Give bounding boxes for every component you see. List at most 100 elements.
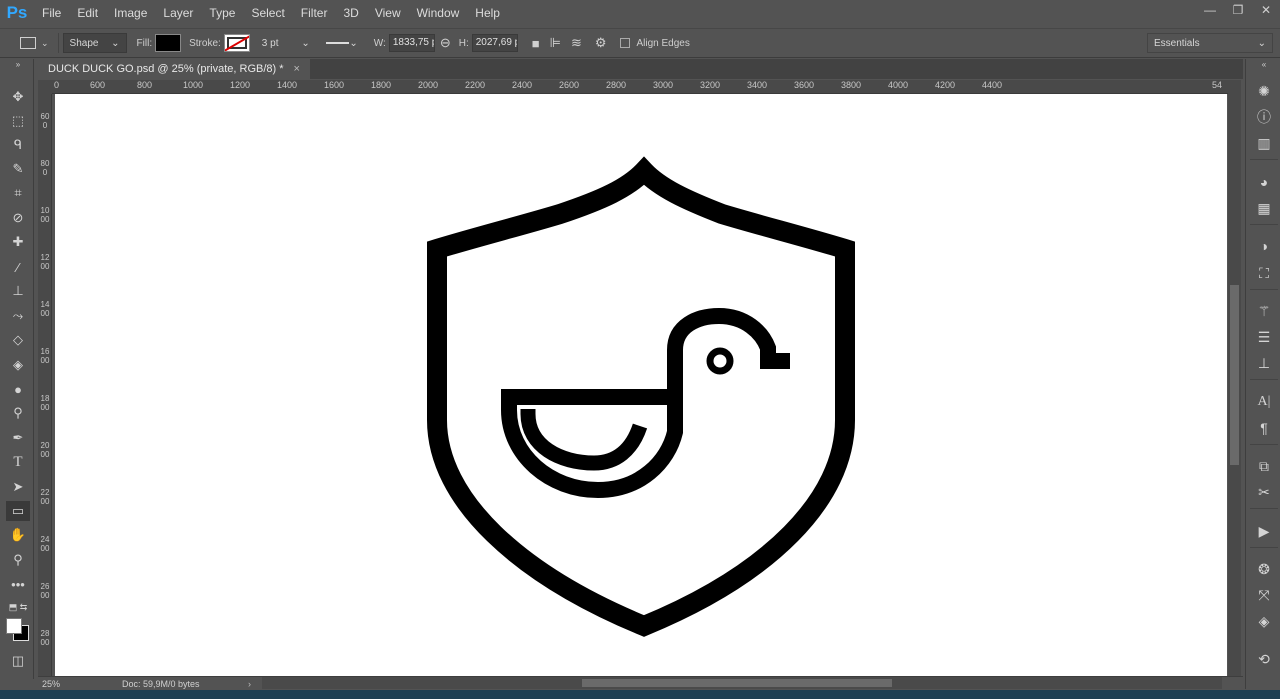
document-canvas[interactable] — [55, 94, 1227, 676]
zoom-tool-icon[interactable]: ⚲ — [6, 550, 30, 570]
color-icon[interactable]: ◕ — [1252, 172, 1276, 192]
align-edges-checkbox[interactable] — [619, 38, 630, 48]
menu-3d[interactable]: 3D — [335, 0, 366, 26]
ruler-tick: 4000 — [888, 80, 909, 90]
path-alignment-icon[interactable]: ⊫ — [550, 35, 561, 51]
quick-selection-tool-icon[interactable]: ✎ — [6, 159, 30, 179]
brush-settings-icon[interactable]: ☰ — [1252, 327, 1276, 347]
height-field[interactable]: 2027,69 p — [471, 34, 518, 52]
dodge-tool-icon[interactable]: ⚲ — [6, 403, 30, 423]
adjustments-icon[interactable]: ◑ — [1252, 236, 1276, 256]
brush-tool-icon[interactable]: ∕ — [6, 257, 30, 277]
paths-icon[interactable]: ⤧ — [1252, 585, 1276, 605]
ruler-origin[interactable] — [38, 80, 52, 94]
link-icon[interactable]: ⊖ — [440, 35, 451, 51]
tool-mode-dropdown[interactable]: Shape ⌄ — [62, 33, 127, 53]
document-size-info[interactable]: Doc: 59,9M/0 bytes — [122, 679, 200, 689]
clone-stamp-tool-icon[interactable]: ⊥ — [6, 281, 30, 301]
menu-image[interactable]: Image — [106, 0, 155, 26]
horizontal-scrollbar[interactable] — [262, 677, 1222, 689]
status-menu-arrow-icon[interactable]: › — [248, 679, 251, 689]
workspace-value: Essentials — [1154, 37, 1200, 49]
workspace-dropdown[interactable]: Essentials ⌄ — [1147, 33, 1273, 53]
menu-type[interactable]: Type — [201, 0, 243, 26]
ruler-tick: 600 — [40, 112, 50, 130]
ruler-tick: 4200 — [935, 80, 956, 90]
glyphs-icon[interactable]: ⧉ — [1252, 456, 1276, 476]
ruler-tick: 1600 — [324, 80, 345, 90]
menu-edit[interactable]: Edit — [69, 0, 106, 26]
menu-file[interactable]: File — [34, 0, 69, 26]
collapse-panel-icon[interactable]: « — [1252, 59, 1276, 69]
collapse-panel-icon[interactable]: » — [6, 59, 30, 69]
eraser-tool-icon[interactable]: ◇ — [6, 330, 30, 350]
path-operations-icon[interactable]: ■ — [532, 36, 540, 51]
vertical-scroll-thumb[interactable] — [1230, 285, 1239, 465]
fill-swatch[interactable] — [155, 34, 182, 52]
minimize-button[interactable]: — — [1196, 0, 1224, 20]
zoom-level[interactable]: 25% — [42, 679, 122, 689]
close-button[interactable]: ✕ — [1252, 0, 1280, 20]
hand-tool-icon[interactable]: ✋ — [6, 525, 30, 545]
quick-mask-icon[interactable]: ◫ — [6, 651, 30, 671]
crop-tool-icon[interactable]: ⌗ — [6, 183, 30, 203]
restore-button[interactable]: ❐ — [1224, 0, 1252, 20]
menu-help[interactable]: Help — [467, 0, 508, 26]
stroke-width-dropdown[interactable]: 3 pt ⌄ — [255, 33, 316, 53]
menu-window[interactable]: Window — [409, 0, 468, 26]
chevron-down-icon: ⌄ — [111, 37, 120, 49]
eyedropper-tool-icon[interactable]: ⊘ — [6, 208, 30, 228]
swatches-icon[interactable]: ▦ — [1252, 198, 1276, 218]
channels-icon[interactable]: ❂ — [1252, 559, 1276, 579]
tool-preset-picker[interactable]: ⌄ — [20, 37, 54, 49]
stroke-type-dropdown[interactable]: ⌄ — [319, 33, 364, 53]
default-colors-icon[interactable]: ⬒ ⇆ — [6, 597, 30, 617]
chevron-down-icon: ⌄ — [1257, 37, 1266, 49]
vertical-ruler[interactable]: 600 800 1000 1200 1400 1600 1800 2000 22… — [38, 94, 52, 676]
close-tab-icon[interactable]: × — [294, 63, 300, 75]
document-tab-bar: DUCK DUCK GO.psd @ 25% (private, RGB/8) … — [38, 59, 1243, 79]
move-tool-icon[interactable]: ✥ — [6, 87, 30, 107]
lasso-tool-icon[interactable]: ᑫ — [6, 135, 30, 155]
brushes-icon[interactable]: ⚚ — [1252, 301, 1276, 321]
clone-source-icon[interactable]: ⊥ — [1252, 353, 1276, 373]
marquee-tool-icon[interactable]: ⬚ — [6, 111, 30, 131]
stroke-line-icon — [325, 42, 350, 44]
width-field[interactable]: 1833,75 p — [388, 34, 435, 52]
menu-layer[interactable]: Layer — [155, 0, 201, 26]
healing-brush-tool-icon[interactable]: ✚ — [6, 232, 30, 252]
menu-view[interactable]: View — [367, 0, 409, 26]
info-icon[interactable]: ⓘ — [1252, 107, 1276, 127]
foreground-color-swatch[interactable] — [6, 618, 22, 634]
path-selection-tool-icon[interactable]: ➤ — [6, 477, 30, 497]
more-tools-icon[interactable]: ••• — [6, 574, 30, 594]
character-icon[interactable]: A| — [1252, 392, 1276, 412]
ruler-tick: 3000 — [653, 80, 674, 90]
path-arrangement-icon[interactable]: ≋ — [571, 35, 582, 51]
gear-icon[interactable]: ⚙ — [595, 35, 607, 51]
pen-tool-icon[interactable]: ✒ — [6, 428, 30, 448]
horizontal-scroll-thumb[interactable] — [582, 679, 892, 687]
rectangle-tool-icon[interactable]: ▭ — [6, 501, 30, 521]
paragraph-icon[interactable]: ¶ — [1252, 418, 1276, 438]
styles-icon[interactable]: ⛶ — [1252, 263, 1276, 283]
paint-bucket-tool-icon[interactable]: ◈ — [6, 355, 30, 375]
document-tab[interactable]: DUCK DUCK GO.psd @ 25% (private, RGB/8) … — [38, 59, 310, 79]
horizontal-ruler[interactable]: 0 600 800 1000 1200 1400 1600 1800 2000 … — [52, 80, 1228, 94]
tool-presets-icon[interactable]: ✂ — [1252, 482, 1276, 502]
stroke-swatch[interactable] — [223, 34, 250, 52]
actions-play-icon[interactable]: ▶ — [1252, 521, 1276, 541]
history-brush-tool-icon[interactable]: ⤳ — [6, 306, 30, 326]
duck-belly-inner — [520, 409, 648, 471]
blur-tool-icon[interactable]: ● — [6, 379, 30, 399]
type-tool-icon[interactable]: T — [6, 452, 30, 472]
layers-icon[interactable]: ◈ — [1252, 611, 1276, 631]
stroke-width-value: 3 pt — [261, 37, 279, 49]
menu-select[interactable]: Select — [243, 0, 292, 26]
navigator-icon[interactable]: ✺ — [1252, 81, 1276, 101]
vertical-scrollbar[interactable] — [1228, 80, 1241, 676]
history-icon[interactable]: ⟲ — [1252, 649, 1276, 669]
menu-filter[interactable]: Filter — [293, 0, 336, 26]
document-tab-title: DUCK DUCK GO.psd @ 25% (private, RGB/8) … — [48, 63, 284, 75]
histogram-icon[interactable]: ▥ — [1252, 133, 1276, 153]
